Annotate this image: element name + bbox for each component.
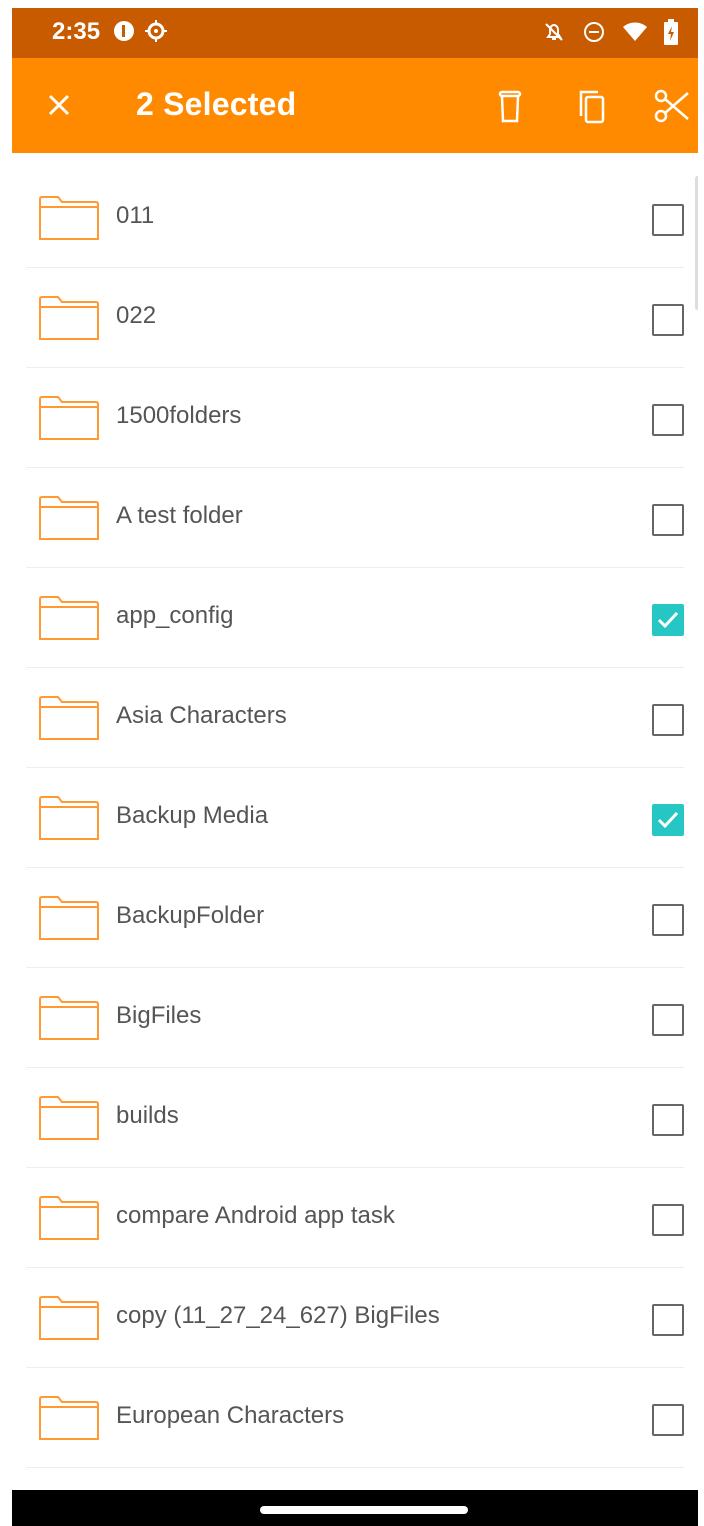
folder-name: A test folder (116, 502, 243, 529)
select-checkbox[interactable] (652, 1304, 684, 1336)
notifications-off-icon (542, 20, 566, 44)
select-checkbox[interactable] (652, 504, 684, 536)
folder-name: BigFiles (116, 1002, 202, 1029)
close-selection-button[interactable] (42, 88, 76, 122)
select-checkbox[interactable] (652, 304, 684, 336)
folder-row[interactable]: European Characters (12, 1368, 698, 1468)
folder-icon (38, 295, 100, 341)
folder-name: builds (116, 1102, 179, 1129)
folder-name: Backup Media (116, 802, 269, 829)
select-checkbox[interactable] (652, 1404, 684, 1436)
status-left-icons (112, 19, 168, 43)
select-checkbox[interactable] (652, 204, 684, 236)
folder-name: app_config (116, 602, 234, 629)
folder-row[interactable]: 011 (12, 168, 698, 268)
folder-row[interactable]: BigFiles (12, 968, 698, 1068)
status-bar: 2:35 (12, 8, 698, 58)
status-right-icons (542, 19, 678, 45)
do-not-disturb-icon (582, 20, 606, 44)
folder-row[interactable]: Backup Media (12, 768, 698, 868)
cut-icon (652, 86, 692, 126)
folder-row[interactable]: A test folder (12, 468, 698, 568)
cut-button[interactable] (652, 86, 692, 126)
select-checkbox[interactable] (652, 1004, 684, 1036)
folder-icon (38, 1295, 100, 1341)
navigation-bar (12, 1490, 698, 1526)
folder-name: 022 (116, 302, 157, 329)
folder-name: BackupFolder (116, 902, 265, 929)
folder-icon (38, 495, 100, 541)
folder-name: compare Android app task (116, 1202, 395, 1229)
status-time: 2:35 (52, 18, 101, 45)
folder-name: copy (11_27_24_627) BigFiles (116, 1302, 440, 1329)
select-checkbox[interactable] (652, 404, 684, 436)
folder-name: 1500folders (116, 402, 242, 429)
select-checkbox[interactable] (652, 904, 684, 936)
folder-name: Asia Characters (116, 702, 287, 729)
close-icon (42, 88, 76, 122)
home-gesture-handle[interactable] (260, 1506, 468, 1514)
folder-name: European Characters (116, 1402, 345, 1429)
select-checkbox[interactable] (652, 804, 684, 836)
delete-button[interactable] (490, 86, 530, 126)
scrollbar-thumb[interactable] (695, 176, 698, 310)
copy-button[interactable] (572, 86, 612, 126)
select-checkbox[interactable] (652, 604, 684, 636)
folder-icon (38, 695, 100, 741)
data-saver-icon (112, 19, 136, 43)
battery-charging-icon (664, 19, 678, 45)
folder-icon (38, 795, 100, 841)
folder-icon (38, 895, 100, 941)
folder-icon (38, 195, 100, 241)
folder-icon (38, 1195, 100, 1241)
folder-row[interactable]: builds (12, 1068, 698, 1168)
select-checkbox[interactable] (652, 1104, 684, 1136)
folder-row[interactable]: 022 (12, 268, 698, 368)
screen: 2:35 2 Selected 011 022 1500folders A te… (12, 8, 698, 1526)
wifi-icon (622, 20, 648, 44)
folder-icon (38, 1095, 100, 1141)
app-bar: 2 Selected (12, 58, 698, 153)
folder-name: 011 (116, 202, 155, 229)
folder-row[interactable]: copy (11_27_24_627) BigFiles (12, 1268, 698, 1368)
selection-count-title: 2 Selected (136, 86, 297, 122)
delete-icon (490, 86, 530, 126)
folder-row[interactable]: BackupFolder (12, 868, 698, 968)
folder-row[interactable]: Asia Characters (12, 668, 698, 768)
folder-icon (38, 1395, 100, 1441)
folder-row[interactable]: app_config (12, 568, 698, 668)
copy-icon (572, 86, 612, 126)
folder-list[interactable]: 011 022 1500folders A test folder app_co… (12, 168, 698, 1490)
folder-icon (38, 595, 100, 641)
folder-row[interactable]: compare Android app task (12, 1168, 698, 1268)
folder-icon (38, 995, 100, 1041)
select-checkbox[interactable] (652, 1204, 684, 1236)
select-checkbox[interactable] (652, 704, 684, 736)
folder-icon (38, 395, 100, 441)
folder-row[interactable]: 1500folders (12, 368, 698, 468)
settings-gear-icon (144, 19, 168, 43)
